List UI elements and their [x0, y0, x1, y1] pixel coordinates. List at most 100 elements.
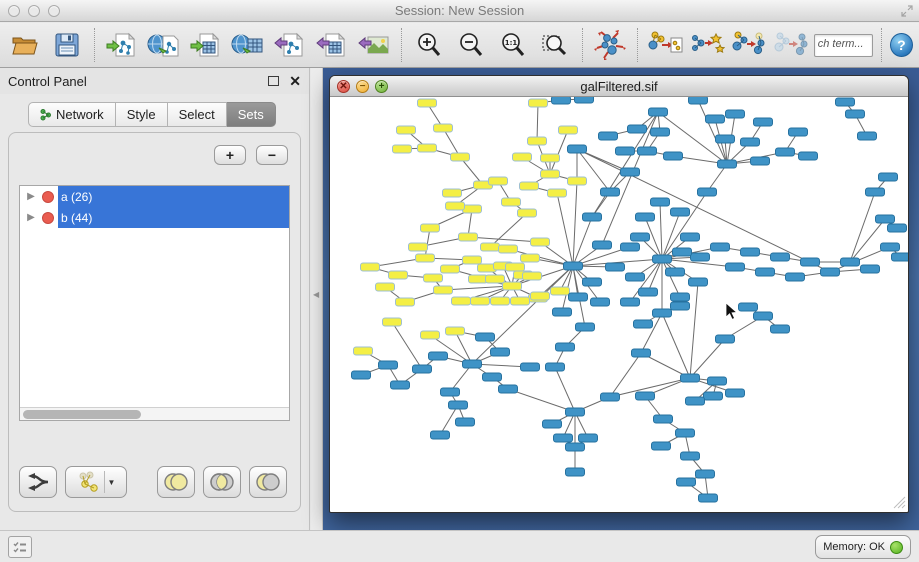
graph-edge[interactable]	[690, 282, 698, 378]
intersection-button[interactable]	[203, 466, 241, 498]
graph-node[interactable]	[579, 434, 598, 442]
collapse-panel-icon[interactable]: ◀	[313, 290, 319, 299]
graph-node[interactable]	[786, 273, 805, 281]
graph-node[interactable]	[481, 243, 500, 251]
graph-node[interactable]	[681, 452, 700, 460]
graph-node[interactable]	[393, 145, 412, 153]
graph-node[interactable]	[716, 335, 735, 343]
graph-node[interactable]	[628, 125, 647, 133]
graph-node[interactable]	[548, 189, 567, 197]
graph-edge[interactable]	[468, 237, 540, 242]
graph-node[interactable]	[654, 415, 673, 423]
expander-triangle-icon[interactable]: ▶	[20, 191, 42, 202]
graph-node[interactable]	[651, 128, 670, 136]
sets-list[interactable]: ▶ a (26) ▶ b (44)	[19, 185, 290, 421]
close-panel-icon[interactable]: ✕	[289, 74, 301, 88]
graph-node[interactable]	[671, 302, 690, 310]
graph-node[interactable]	[521, 254, 540, 262]
search-input[interactable]: ch term...	[814, 34, 873, 57]
graph-node[interactable]	[441, 265, 460, 273]
graph-node[interactable]	[564, 262, 583, 270]
graph-node[interactable]	[754, 312, 773, 320]
minimize-window-icon[interactable]	[28, 5, 40, 17]
graph-edge[interactable]	[690, 339, 725, 378]
graph-node[interactable]	[799, 152, 818, 160]
graph-node[interactable]	[892, 253, 909, 261]
graph-node[interactable]	[639, 288, 658, 296]
import-table-file-button[interactable]	[187, 27, 225, 63]
graph-node[interactable]	[541, 170, 560, 178]
remove-set-button[interactable]: −	[256, 145, 288, 165]
export-network-button[interactable]	[271, 27, 309, 63]
new-network-all-button[interactable]	[772, 27, 810, 63]
graph-node[interactable]	[601, 393, 620, 401]
graph-node[interactable]	[576, 323, 595, 331]
tab-select[interactable]: Select	[168, 102, 227, 127]
graph-node[interactable]	[503, 282, 522, 290]
graph-node[interactable]	[591, 298, 610, 306]
graph-node[interactable]	[673, 248, 692, 256]
graph-node[interactable]	[686, 397, 705, 405]
graph-node[interactable]	[431, 431, 450, 439]
new-network-from-selection-button[interactable]	[646, 27, 684, 63]
graph-node[interactable]	[471, 297, 490, 305]
graph-node[interactable]	[716, 135, 735, 143]
graph-edge[interactable]	[508, 389, 575, 412]
graph-node[interactable]	[653, 309, 672, 317]
graph-node[interactable]	[379, 361, 398, 369]
graph-node[interactable]	[671, 208, 690, 216]
graph-node[interactable]	[551, 287, 570, 295]
graph-node[interactable]	[499, 245, 518, 253]
graph-node[interactable]	[699, 494, 718, 502]
split-set-button[interactable]	[19, 466, 57, 498]
graph-node[interactable]	[421, 331, 440, 339]
graph-node[interactable]	[776, 148, 795, 156]
tab-sets[interactable]: Sets	[227, 102, 276, 127]
graph-node[interactable]	[801, 258, 820, 266]
graph-edge[interactable]	[573, 181, 577, 266]
list-item[interactable]: ▶ a (26)	[20, 186, 289, 207]
graph-node[interactable]	[718, 160, 737, 168]
graph-node[interactable]	[681, 374, 700, 382]
graph-node[interactable]	[559, 126, 578, 134]
graph-node[interactable]	[506, 263, 525, 271]
graph-node[interactable]	[698, 188, 717, 196]
graph-node[interactable]	[528, 137, 547, 145]
graph-node[interactable]	[621, 243, 640, 251]
graph-node[interactable]	[568, 145, 587, 153]
graph-node[interactable]	[409, 243, 428, 251]
graph-node[interactable]	[354, 347, 373, 355]
graph-node[interactable]	[876, 215, 895, 223]
graph-node[interactable]	[434, 286, 453, 294]
graph-node[interactable]	[741, 138, 760, 146]
graph-node[interactable]	[443, 189, 462, 197]
graph-node[interactable]	[671, 293, 690, 301]
graph-node[interactable]	[556, 343, 575, 351]
graph-node[interactable]	[518, 209, 537, 217]
graph-node[interactable]	[689, 278, 708, 286]
graph-edge[interactable]	[490, 213, 527, 247]
graph-edge[interactable]	[455, 331, 472, 364]
graph-node[interactable]	[531, 238, 550, 246]
help-button[interactable]: ?	[890, 33, 913, 57]
graph-node[interactable]	[638, 147, 657, 155]
graph-edge[interactable]	[662, 313, 690, 378]
graph-node[interactable]	[704, 392, 723, 400]
zoom-out-button[interactable]	[452, 27, 490, 63]
select-nodes-button[interactable]	[688, 27, 726, 63]
difference-button[interactable]	[249, 466, 287, 498]
scrollbar-thumb[interactable]	[23, 410, 141, 419]
graph-node[interactable]	[543, 420, 562, 428]
graph-node[interactable]	[451, 153, 470, 161]
resize-grip-icon[interactable]	[893, 496, 906, 509]
graph-node[interactable]	[383, 318, 402, 326]
panel-splitter[interactable]: ◀	[311, 68, 323, 530]
graph-edge[interactable]	[850, 219, 885, 262]
tab-network[interactable]: Network	[28, 102, 116, 127]
graph-node[interactable]	[664, 152, 683, 160]
graph-node[interactable]	[568, 177, 587, 185]
graph-node[interactable]	[552, 97, 571, 104]
graph-node[interactable]	[418, 144, 437, 152]
network-canvas[interactable]	[330, 97, 908, 511]
graph-node[interactable]	[677, 478, 696, 486]
